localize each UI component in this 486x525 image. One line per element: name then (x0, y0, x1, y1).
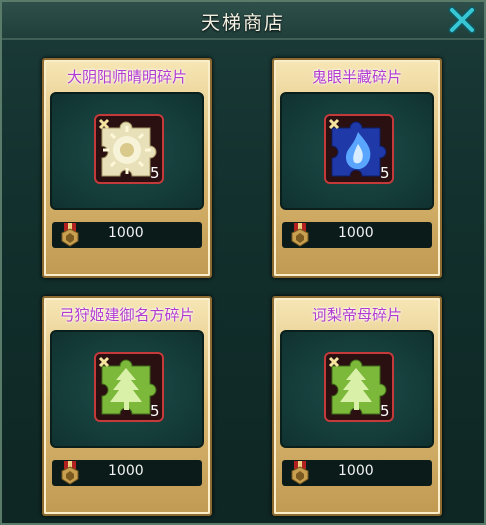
ladder-medal-icon (61, 461, 79, 485)
item-price: 1000 (338, 225, 374, 241)
item-count: 5 (380, 402, 390, 420)
item-name: 鬼眼半藏碎片 (311, 68, 402, 86)
price-bar: 1000 (52, 460, 202, 486)
price-bar: 1000 (282, 222, 432, 248)
blue-flame-puzzle-icon: 5 (324, 114, 394, 184)
window-title: 天梯商店 (200, 12, 285, 34)
ladder-shop-window: 天梯商店 大阴阳师晴明碎片 5 1000 鬼眼半藏碎片 5 1000 弓狩姬建御… (0, 0, 486, 525)
price-bar: 1000 (52, 222, 202, 248)
shop-item-card[interactable]: 诃梨帝母碎片 5 1000 (272, 296, 442, 516)
shop-item-grid: 大阴阳师晴明碎片 5 1000 鬼眼半藏碎片 5 1000 弓狩姬建御名方碎片 … (2, 40, 484, 523)
ladder-medal-icon (61, 223, 79, 247)
ladder-medal-icon (291, 461, 309, 485)
item-icon-frame: 5 (280, 92, 434, 210)
item-price: 1000 (108, 463, 144, 479)
item-count: 5 (150, 164, 160, 182)
close-icon[interactable] (446, 4, 478, 36)
item-icon-frame: 5 (50, 92, 204, 210)
green-tree-puzzle-icon: 5 (324, 352, 394, 422)
item-name: 弓狩姬建御名方碎片 (59, 306, 195, 324)
shop-item-card[interactable]: 弓狩姬建御名方碎片 5 1000 (42, 296, 212, 516)
item-icon-frame: 5 (280, 330, 434, 448)
ladder-medal-icon (291, 223, 309, 247)
shop-item-card[interactable]: 鬼眼半藏碎片 5 1000 (272, 58, 442, 278)
price-bar: 1000 (282, 460, 432, 486)
item-name: 诃梨帝母碎片 (311, 306, 402, 324)
gold-puzzle-icon: 5 (94, 114, 164, 184)
item-icon-frame: 5 (50, 330, 204, 448)
item-count: 5 (150, 402, 160, 420)
item-price: 1000 (338, 463, 374, 479)
shop-item-card[interactable]: 大阴阳师晴明碎片 5 1000 (42, 58, 212, 278)
green-tree-puzzle-icon: 5 (94, 352, 164, 422)
item-count: 5 (380, 164, 390, 182)
item-name: 大阴阳师晴明碎片 (66, 68, 187, 86)
item-price: 1000 (108, 225, 144, 241)
title-bar: 天梯商店 (2, 2, 484, 40)
